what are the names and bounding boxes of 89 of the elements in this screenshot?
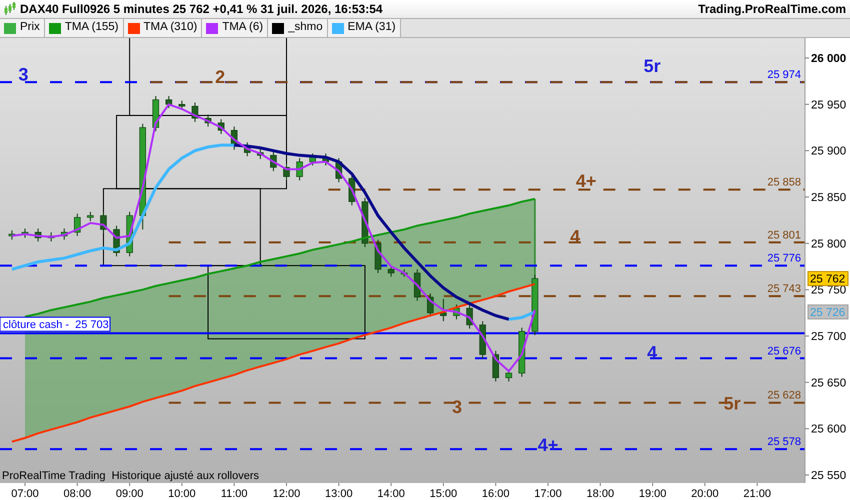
candlestick (257, 148, 264, 160)
level-label: 25 628 (767, 390, 801, 402)
level-label: 25 776 (767, 252, 801, 265)
legend-item[interactable]: _shmo (268, 19, 328, 37)
legend-item[interactable]: TMA (6) (202, 19, 268, 37)
level-label: 25 801 (767, 229, 801, 242)
candlestick (48, 232, 54, 242)
axis-label: 20:00 (691, 488, 719, 500)
candlestick (230, 126, 238, 150)
level-marker: 2 (215, 67, 226, 88)
candlestick (192, 102, 198, 122)
candlestick (518, 327, 526, 378)
legend-item[interactable]: TMA (310) (124, 19, 202, 37)
axis-label: 25 650 (811, 377, 846, 390)
candlestick-icon (4, 2, 16, 16)
axis-label: 18:00 (586, 488, 614, 500)
level-label: 25 578 (767, 436, 801, 448)
level-label: 25 743 (767, 283, 801, 296)
candlestick (492, 350, 499, 382)
level-marker: 4+ (576, 170, 596, 191)
level-label: 25 858 (767, 176, 801, 189)
candlestick (427, 292, 434, 318)
candlestick (34, 228, 42, 242)
candlestick (374, 239, 382, 274)
chart-title: DAX40 Full0926 5 minutes 25 762 +0,41 % 31 juil. 2026, 16:53:54 (20, 1, 383, 18)
axis-label: 12:00 (272, 488, 300, 500)
candlestick (204, 114, 212, 128)
axis-label: 25 600 (811, 424, 846, 436)
axis-label: 25 900 (811, 146, 846, 158)
level-label: 25 676 (767, 345, 801, 358)
candlestick (100, 211, 107, 234)
price-tag: 25 726 (808, 304, 848, 320)
candlestick (270, 151, 277, 172)
level-marker: 5r (724, 393, 741, 414)
axis-label: 25 800 (811, 238, 846, 250)
axis-label: 13:00 (325, 488, 353, 500)
footnote: ProRealTime Trading Historique ajusté aux rollovers (2, 470, 259, 482)
axis-label: 08:00 (64, 488, 92, 500)
axis-label: 21:00 (743, 488, 771, 500)
axis-label: 15:00 (430, 488, 458, 500)
ref-line-label: clôture cash - 25 703 (3, 319, 109, 332)
axis-label: 14:00 (377, 488, 405, 500)
candlestick (60, 228, 68, 240)
candlestick (309, 152, 316, 166)
candlestick (466, 304, 473, 330)
candlestick (218, 118, 224, 134)
candlestick (178, 100, 186, 110)
level-label: 25 974 (767, 69, 801, 82)
level-marker: 5r (644, 56, 661, 76)
level-marker: 3 (18, 64, 28, 84)
level-marker: 4+ (538, 435, 558, 456)
axis-label: 16:00 (482, 488, 510, 500)
axis-label: 11:00 (220, 488, 248, 500)
candlestick (400, 268, 408, 278)
candlestick (336, 158, 342, 183)
candlestick (113, 225, 120, 257)
level-marker: 4 (570, 226, 580, 247)
axis-label: 09:00 (116, 488, 144, 500)
candlestick (440, 298, 447, 322)
candlestick (244, 142, 251, 157)
candlestick (74, 213, 81, 236)
site-name: Trading.ProRealTime.com (698, 1, 846, 18)
candlestick (87, 211, 94, 222)
legend-item[interactable]: TMA (155) (44, 19, 124, 37)
axis-label: 26 000 (811, 53, 846, 66)
candlestick (8, 230, 16, 240)
axis-label: 25 850 (811, 192, 846, 204)
legend-item[interactable]: EMA (31) (328, 19, 401, 37)
price-tag: 25 762 (808, 271, 848, 286)
candlestick (414, 268, 421, 302)
axis-label: 25 550 (811, 470, 846, 482)
axis-label: 10:00 (168, 488, 196, 500)
candlestick (296, 158, 303, 181)
axis-label: 25 950 (811, 99, 846, 112)
candlestick (166, 96, 172, 109)
candlestick (152, 96, 160, 132)
candlestick (283, 163, 290, 181)
level-marker: 3 (452, 397, 462, 418)
candlestick (22, 228, 28, 238)
axis-label: 17:00 (534, 488, 562, 500)
axis-label: 19:00 (638, 488, 666, 500)
cash-close-label: clôture cash - 25 703 (0, 316, 110, 332)
legend-item[interactable]: Prix (0, 19, 45, 37)
axis-label: 07:00 (11, 488, 39, 500)
candlestick (348, 174, 356, 206)
candlestick (453, 304, 460, 320)
candlestick (322, 152, 330, 166)
candlestick (388, 265, 394, 278)
axis-label: 25 700 (811, 331, 846, 344)
